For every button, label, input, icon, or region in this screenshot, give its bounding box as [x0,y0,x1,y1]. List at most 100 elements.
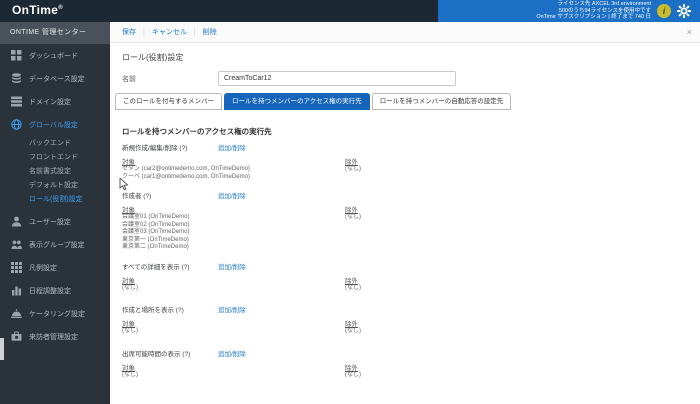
sidebar-item-global-settings[interactable]: グローバル設定 [0,113,110,136]
name-field-row: 名前 [122,71,700,86]
sidebar-item-legend-settings[interactable]: 凡例設定 [0,256,110,279]
add-remove-link[interactable]: 追加/削除 [218,348,246,358]
section-show-all-details: すべての詳細を表示 (?) 追加/削除 対象 (なし) 除外 (なし) [122,261,700,293]
page-title: ロール(役割)設定 [122,52,700,63]
target-column-header[interactable]: 対象 [122,156,345,166]
tab-content: ロールを持つメンバーのアクセス権の実行先 新規作成/編集/削除 (?) 追加/削… [122,126,700,379]
sidebar-item-label: バックエンド [29,138,71,148]
sidebar-item-label: 凡例設定 [29,263,57,273]
target-column-header[interactable]: 対象 [122,275,345,285]
exclude-item: (なし) [345,328,361,336]
section-title: 作成者 (?) [122,190,218,200]
sidebar-item-role-settings[interactable]: ロール(役割)設定 [0,192,110,206]
mouse-cursor-icon [119,178,129,196]
target-item: (なし) [122,285,345,293]
dashboard-icon [10,50,22,61]
sidebar-item-label: ダッシュボード [29,51,78,61]
target-item: (なし) [122,372,345,380]
sidebar-item-label: 来訪者管理設定 [29,332,78,342]
add-remove-link[interactable]: 追加/削除 [218,261,246,271]
database-icon [10,73,22,84]
delete-button[interactable]: 削除 [203,27,217,37]
sidebar-item-name-format[interactable]: 名前書式設定 [0,164,110,178]
save-button[interactable]: 保存 [122,27,136,37]
exclude-column-header[interactable]: 除外 [345,362,361,372]
sidebar-item-label: デフォルト設定 [29,180,78,190]
tab-access-targets[interactable]: ロールを持つメンバーのアクセス権の実行先 [224,93,370,110]
exclude-column-header[interactable]: 除外 [345,204,361,214]
role-name-input[interactable] [218,71,456,86]
cancel-button[interactable]: キャンセル [152,27,187,37]
sidebar: ONTIME 管理センター ダッシュボード データベース設定 ドメイン設定 グロ… [0,22,110,404]
exclude-column-header[interactable]: 除外 [345,275,361,285]
sidebar-item-label: ドメイン設定 [29,97,71,107]
sidebar-item-visitor-mgmt[interactable]: 来訪者管理設定 [0,325,110,348]
sidebar-item-label: ロール(役割)設定 [29,194,83,204]
sidebar-item-frontend[interactable]: フロントエンド [0,150,110,164]
add-remove-link[interactable]: 追加/削除 [218,190,246,200]
section-creator: 作成者 (?) 追加/削除 対象 会議室01 (OnTimeDemo) 会議室0… [122,190,700,252]
user-icon [10,216,22,227]
sidebar-item-label: グローバル設定 [29,120,78,130]
tab-auto-reply-targets[interactable]: ロールを持つメンバーの自動応答の設定先 [372,93,512,110]
legend-grid-icon [10,262,22,273]
action-toolbar: 保存 | キャンセル | 削除 × [110,22,700,43]
target-item: セダン (car2@ontimedemo.com, OnTimeDemo) [122,166,345,174]
tab-bar: このロールを付与するメンバー ロールを持つメンバーのアクセス権の実行先 ロールを… [115,93,700,110]
info-badge-icon[interactable]: i [657,4,671,18]
sidebar-item-schedule-adjust[interactable]: 日程調整設定 [0,279,110,302]
catering-icon [10,308,22,319]
target-item: 会議室01 (OnTimeDemo) [122,214,345,222]
sidebar-item-label: ケータリング設定 [29,309,85,319]
globe-icon [10,119,22,130]
license-line-3: OnTime サブスクリプション | 終了まで 740 日 [536,14,651,21]
sidebar-item-backend[interactable]: バックエンド [0,136,110,150]
section-heading: ロールを持つメンバーのアクセス権の実行先 [122,126,700,137]
sidebar-item-label: 日程調整設定 [29,286,71,296]
domain-icon [10,96,22,107]
sidebar-item-user-settings[interactable]: ユーザー設定 [0,210,110,233]
add-remove-link[interactable]: 追加/削除 [218,142,246,152]
sidebar-item-domain[interactable]: ドメイン設定 [0,90,110,113]
sidebar-item-label: 表示グループ設定 [29,240,85,250]
sidebar-item-dashboard[interactable]: ダッシュボード [0,44,110,67]
target-item: 東京第二 (OnTimeDemo) [122,244,345,252]
gear-icon[interactable] [677,4,691,18]
main-panel: 保存 | キャンセル | 削除 × ロール(役割)設定 名前 このロールを付与す… [110,22,700,404]
name-field-label: 名前 [122,74,218,84]
tab-assign-members[interactable]: このロールを付与するメンバー [115,93,222,110]
group-icon [10,239,22,250]
sidebar-item-default-settings[interactable]: デフォルト設定 [0,178,110,192]
section-create-edit-delete: 新規作成/編集/削除 (?) 追加/削除 対象 セダン (car2@ontime… [122,142,700,181]
exclude-column-header[interactable]: 除外 [345,318,361,328]
sidebar-item-catering[interactable]: ケータリング設定 [0,302,110,325]
exclude-column-header[interactable]: 除外 [345,156,361,166]
target-column-header[interactable]: 対象 [122,204,345,214]
sidebar-scrollbar-thumb[interactable] [0,338,4,360]
section-title: 出席可能時間の表示 (?) [122,348,218,358]
target-column-header[interactable]: 対象 [122,318,345,328]
section-show-free-time: 出席可能時間の表示 (?) 追加/削除 対象 (なし) 除外 (なし) [122,348,700,380]
section-show-creator-location: 作成と場所を表示 (?) 追加/削除 対象 (なし) 除外 (なし) [122,304,700,336]
target-item: 東京第一 (OnTimeDemo) [122,237,345,245]
target-item: 会議室02 (OnTimeDemo) [122,222,345,230]
ontime-logo: OnTime® [12,3,63,17]
top-bar: OnTime® ライセンス先 AXCEL 3rd environment 500… [0,0,700,22]
section-title: 新規作成/編集/削除 (?) [122,142,218,152]
add-remove-link[interactable]: 追加/削除 [218,304,246,314]
target-item: (なし) [122,328,345,336]
sidebar-item-label: フロントエンド [29,152,78,162]
section-title: 作成と場所を表示 (?) [122,304,218,314]
toolbar-separator: | [143,29,145,36]
section-title: すべての詳細を表示 (?) [122,261,218,271]
close-icon[interactable]: × [687,22,692,42]
target-column-header[interactable]: 対象 [122,362,345,372]
sidebar-header: ONTIME 管理センター [0,22,110,44]
target-item: 会議室03 (OnTimeDemo) [122,229,345,237]
license-info-panel: ライセンス先 AXCEL 3rd environment 500のうち94ライセ… [438,0,700,22]
exclude-item: (なし) [345,166,361,174]
exclude-item: (なし) [345,214,361,222]
sidebar-item-label: 名前書式設定 [29,166,71,176]
sidebar-item-display-group[interactable]: 表示グループ設定 [0,233,110,256]
sidebar-item-database[interactable]: データベース設定 [0,67,110,90]
